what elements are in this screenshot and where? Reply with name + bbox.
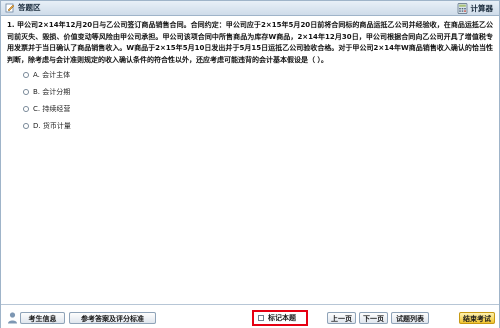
option-label: A. 会计主体 (33, 70, 71, 79)
option-label: C. 持续经营 (33, 104, 71, 113)
end-exam-button[interactable]: 结束考试 (459, 312, 495, 324)
mark-question-toggle[interactable]: 标记本题 (252, 310, 308, 326)
answer-options: A. 会计主体 B. 会计分期 C. 持续经营 D. 货币计量 (23, 69, 71, 137)
reference-answer-button[interactable]: 参考答案及评分标准 (69, 312, 156, 324)
radio-button[interactable] (23, 122, 29, 129)
pencil-icon (5, 3, 15, 13)
radio-button[interactable] (23, 71, 29, 78)
option-b[interactable]: B. 会计分期 (23, 86, 71, 97)
exam-window: 答题区 计算器 1. 甲公司2×14年12月20日与乙公司签订商品销售合同。合同… (0, 0, 500, 328)
radio-button[interactable] (23, 88, 29, 95)
option-d[interactable]: D. 货币计量 (23, 120, 71, 131)
calculator-button[interactable]: 计算器 (457, 2, 494, 14)
next-page-button[interactable]: 下一页 (359, 312, 388, 324)
calculator-label: 计算器 (470, 3, 494, 13)
candidate-info-button[interactable]: 考生信息 (20, 312, 65, 324)
prev-page-button[interactable]: 上一页 (327, 312, 356, 324)
bottom-toolbar: 考生信息 参考答案及评分标准 标记本题 上一页 下一页 试题列表 结束考试 (1, 304, 499, 328)
option-c[interactable]: C. 持续经营 (23, 103, 71, 114)
mark-label: 标记本题 (268, 314, 296, 322)
radio-button[interactable] (23, 105, 29, 112)
user-icon (8, 312, 17, 324)
title-bar: 答题区 计算器 (1, 1, 499, 16)
calculator-icon (457, 2, 467, 14)
option-label: B. 会计分期 (33, 87, 71, 96)
option-label: D. 货币计量 (33, 121, 71, 130)
area-title: 答题区 (18, 3, 41, 12)
mark-checkbox[interactable] (258, 315, 264, 321)
option-a[interactable]: A. 会计主体 (23, 69, 71, 80)
question-text: 1. 甲公司2×14年12月20日与乙公司签订商品销售合同。合同约定：甲公司应于… (7, 21, 493, 64)
question-list-button[interactable]: 试题列表 (391, 312, 429, 324)
